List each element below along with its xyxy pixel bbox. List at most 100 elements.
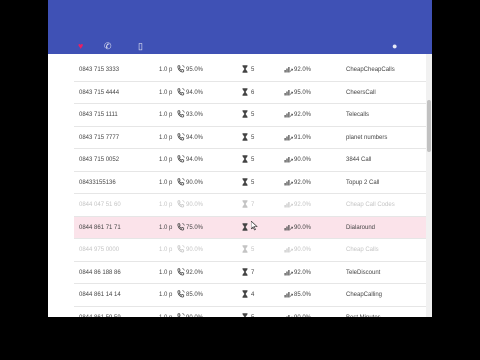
rate-per-minute: 1.0 p <box>159 67 173 73</box>
table-row[interactable]: 0844 86 188 86 1.0 p 92.0% 7 92.0% TeleDiscou… <box>74 262 426 284</box>
hourglass-icon <box>242 87 248 96</box>
connection-rate-percent: 90.0% <box>294 307 311 318</box>
provider-name: planet numbers <box>346 134 388 141</box>
hourglass-icon <box>242 155 248 163</box>
scrollbar-thumb[interactable] <box>427 100 431 152</box>
call-quality-percent: 94.0% <box>186 134 204 141</box>
connection-rate-percent: 92.0% <box>294 202 312 208</box>
mobile-icon[interactable]: ▯ <box>138 42 143 51</box>
phone-signal-icon <box>177 177 185 185</box>
connection-bars-icon <box>284 134 293 140</box>
table-row[interactable]: 0844 861 59 59 1.0 p 90.0% 5 90.0% Best Minut… <box>74 307 426 318</box>
table-row[interactable]: 0844 047 51 60 1.0 p 90.0% 7 92.0% Cheap Call… <box>74 194 426 217</box>
hourglass-icon <box>242 177 248 186</box>
phone-number: 0844 86 188 86 <box>79 269 121 276</box>
rate-per-minute: 1.0 p <box>159 202 173 208</box>
phone-number: 0844 975 0000 <box>79 247 120 253</box>
phone-number: 0844 861 59 59 <box>79 307 121 318</box>
phone-signal-icon <box>177 245 185 253</box>
connection-bars-icon <box>284 224 293 230</box>
connection-bars-icon <box>284 202 293 208</box>
connection-bars-icon <box>284 269 293 275</box>
connection-bars-icon <box>286 314 293 317</box>
rate-per-minute: 1.0 p <box>159 292 173 298</box>
hourglass-icon <box>242 65 248 73</box>
results-table[interactable]: 0843 715 3333 1.0 p 95.0% 5 92.0% CheapCheapC… <box>48 54 432 317</box>
hourglass-icon <box>242 222 248 231</box>
scrollbar-track[interactable] <box>426 54 432 317</box>
wait-time-value: 5 <box>251 247 255 253</box>
call-quality-percent: 90.0% <box>186 307 203 318</box>
provider-name: Best Minutes <box>346 307 381 318</box>
connection-rate-percent: 85.0% <box>294 292 312 298</box>
connection-rate-percent: 91.0% <box>294 134 312 141</box>
phone-signal-icon <box>177 155 185 163</box>
rate-per-minute: 1.0 p <box>159 224 173 231</box>
phone-signal-icon <box>177 110 185 118</box>
phone-signal-icon <box>177 87 185 95</box>
call-quality-percent: 94.0% <box>186 157 204 163</box>
wait-time-value: 5 <box>251 67 255 73</box>
phone-signal-icon <box>177 312 185 317</box>
call-quality-percent: 90.0% <box>186 202 204 208</box>
connection-rate-percent: 92.0% <box>294 112 312 118</box>
phone-number: 0844 861 71 71 <box>79 224 121 231</box>
table-row[interactable]: 0843 715 3333 1.0 p 95.0% 5 92.0% CheapCheapC… <box>74 59 426 82</box>
connection-rate-percent: 90.0% <box>294 247 312 253</box>
phone-signal-icon <box>177 132 185 140</box>
call-quality-percent: 75.0% <box>186 224 204 231</box>
provider-name: Topup 2 Call <box>346 179 380 186</box>
wait-time-value: 7 <box>251 202 255 208</box>
phone-number: 0844 861 14 14 <box>79 292 121 298</box>
rate-per-minute: 1.0 p <box>159 89 173 96</box>
connection-rate-percent: 92.0% <box>294 269 312 276</box>
phone-number: 08433155136 <box>79 179 116 186</box>
wait-time-value: 4 <box>251 292 255 298</box>
provider-name: Cheap Call Codes <box>346 202 395 208</box>
rate-per-minute: 1.0 p <box>159 247 173 253</box>
call-quality-percent: 93.0% <box>186 112 204 118</box>
app-window: ♥ ✆ ▯ ● 0843 715 3333 1.0 p 95.0% 5 92.0% Che… <box>48 0 432 317</box>
provider-name: Dialaround <box>346 224 376 231</box>
wait-time-value: 5 <box>251 179 255 186</box>
hourglass-icon <box>242 312 248 317</box>
connection-rate-percent: 95.0% <box>294 89 312 96</box>
provider-name: Cheap Calls <box>346 247 379 253</box>
rate-per-minute: 1.0 p <box>159 112 173 118</box>
hourglass-icon <box>242 132 248 141</box>
connection-bars-icon <box>284 179 293 185</box>
provider-name: TeleDiscount <box>346 269 381 276</box>
hourglass-icon <box>242 290 248 298</box>
call-quality-percent: 90.0% <box>186 179 204 186</box>
table-row[interactable]: 08433155136 1.0 p 90.0% 5 92.0% Topup 2 Call <box>74 172 426 194</box>
phone-signal-icon <box>177 267 185 275</box>
table-row[interactable]: 0844 975 0000 1.0 p 90.0% 5 90.0% Cheap Calls <box>74 239 426 262</box>
table-row[interactable]: 0844 861 14 14 1.0 p 85.0% 4 85.0% CheapCalli… <box>74 284 426 307</box>
call-quality-percent: 90.0% <box>186 247 204 253</box>
wait-time-value: 6 <box>251 89 255 96</box>
table-row[interactable]: 0843 715 1111 1.0 p 93.0% 5 92.0% Telecalls <box>74 104 426 127</box>
connection-bars-icon <box>284 247 293 253</box>
provider-name: CheersCall <box>346 89 376 96</box>
provider-name: CheapCalling <box>346 292 383 298</box>
connection-rate-percent: 90.0% <box>294 157 312 163</box>
table-row[interactable]: 0843 715 7777 1.0 p 94.0% 5 91.0% planet numb… <box>74 127 426 149</box>
phone-signal-icon <box>177 65 185 73</box>
phone-number: 0843 715 0052 <box>79 157 120 163</box>
table-row[interactable]: 0844 861 71 711.0 p75.0%790.0%Dialaround <box>74 216 426 239</box>
wait-time-value: 5 <box>251 157 255 163</box>
mouse-cursor-icon <box>251 221 258 231</box>
connection-bars-icon <box>284 292 293 298</box>
provider-name: CheapCheapCalls <box>346 67 395 73</box>
connection-bars-icon <box>284 112 293 118</box>
wait-time-value: 5 <box>251 134 255 141</box>
phone-icon[interactable]: ✆ <box>104 42 112 51</box>
phone-signal-icon <box>177 290 185 298</box>
account-icon[interactable]: ● <box>392 42 397 51</box>
table-row[interactable]: 0843 715 0052 1.0 p 94.0% 5 90.0% 3844 Call <box>74 149 426 172</box>
table-row[interactable]: 0843 715 4444 1.0 p 94.0% 6 95.0% CheersCall <box>74 82 426 104</box>
rate-per-minute: 1.0 p <box>159 269 173 276</box>
call-quality-percent: 95.0% <box>186 67 204 73</box>
heart-icon[interactable]: ♥ <box>78 42 83 51</box>
rate-per-minute: 1.0 p <box>159 179 173 186</box>
